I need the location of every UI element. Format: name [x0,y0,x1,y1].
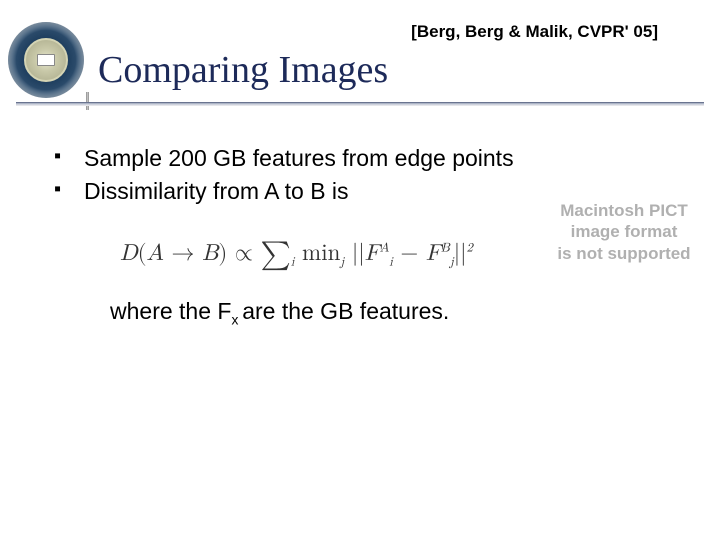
slide-header: [Berg, Berg & Malik, CVPR' 05] Comparing… [0,0,720,115]
formula-A: A [147,242,164,265]
berkeley-seal-icon [8,22,84,98]
pict-line1: Macintosh PICT [560,201,688,220]
sub-j: j [450,257,454,269]
pict-line3: is not supported [557,244,690,263]
pict-placeholder: Macintosh PICT image format is not suppo… [548,200,700,264]
min-index: j [340,257,344,269]
closing-pre: where the F [110,298,231,324]
slide-title: Comparing Images [98,48,388,92]
pict-line2: image format [571,222,678,241]
closing-text: where the Fx are the GB features. [110,298,690,328]
formula-F1: F [365,242,380,265]
seal-center [24,38,68,82]
seal-ring [8,22,84,98]
sigma-symbol: ∑ [261,240,291,269]
bullet-item: Sample 200 GB features from edge points [54,143,690,174]
arrow-icon: → [171,242,194,265]
min-operator: min [302,242,340,265]
title-divider-tick [86,92,89,110]
bullet-list: Sample 200 GB features from edge points … [54,143,690,207]
formula-B: B [202,242,218,265]
title-underline [16,102,704,106]
sup-B: B [441,243,450,255]
formula-F2: F [426,242,441,265]
formula-D: D [120,242,138,265]
seal-book-icon [37,54,55,66]
sub-i: i [389,257,393,269]
citation-text: [Berg, Berg & Malik, CVPR' 05] [411,22,658,42]
sigma-index: i [291,257,295,269]
sup-A: A [380,243,389,255]
propto-symbol: ∝ [235,242,253,265]
closing-post: are the GB features. [242,298,449,324]
squared: 2 [467,243,473,255]
closing-sub: x [231,313,242,328]
